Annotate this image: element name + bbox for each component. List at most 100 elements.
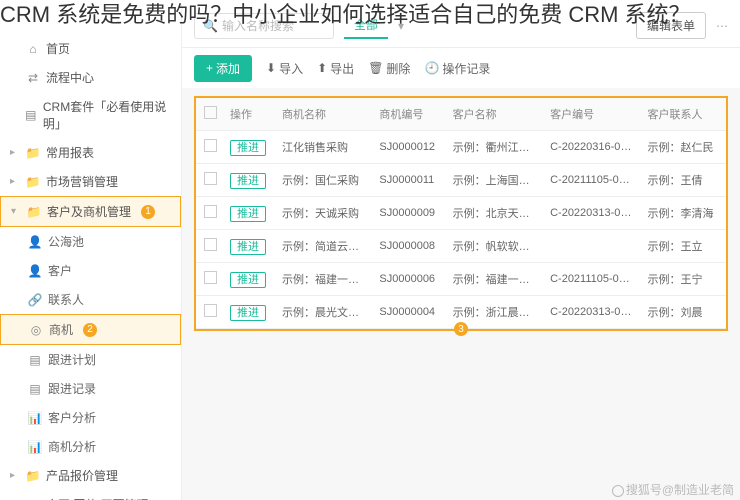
table-row[interactable]: 推进示例：福建一高3月订单SJ0000006示例：福建一高集团C-2021110… <box>196 263 726 296</box>
column-header: 商机编号 <box>373 98 446 131</box>
expand-icon: ▸ <box>10 470 20 481</box>
search-input[interactable]: 🔍 输入名称搜索 <box>194 13 334 39</box>
app-root: ⌂首页⇄流程中心▤CRM套件「必看使用说明」▸📁常用报表▸📁市场营销管理▾📁客户… <box>0 0 740 500</box>
user-icon: 👤 <box>28 235 42 249</box>
import-label: 导入 <box>279 60 303 77</box>
cell-cust: 示例：衢州江化集团 <box>447 131 544 164</box>
cell-ccode: C-20211105-0000004 <box>544 263 641 296</box>
sidebar-item[interactable]: ▸📁市场营销管理 <box>0 167 181 196</box>
delete-icon: 🗑 <box>368 61 383 75</box>
checkbox[interactable] <box>204 304 217 317</box>
doc-icon: ▤ <box>28 353 42 367</box>
sidebar-item[interactable]: 👤公海池 <box>0 227 181 256</box>
table-row[interactable]: 推进江化销售采购SJ0000012示例：衢州江化集团C-20220316-000… <box>196 131 726 164</box>
cell-code: SJ0000012 <box>373 131 446 164</box>
action-tag[interactable]: 推进 <box>230 305 266 321</box>
action-tag[interactable]: 推进 <box>230 206 266 222</box>
folder-icon: 📁 <box>26 469 40 483</box>
checkbox[interactable] <box>204 106 217 119</box>
expand-icon: ▸ <box>10 147 20 158</box>
action-tag[interactable]: 推进 <box>230 239 266 255</box>
cell-name: 江化销售采购 <box>276 131 373 164</box>
sidebar-item[interactable]: ◎商机2 <box>0 314 181 345</box>
action-tag[interactable]: 推进 <box>230 140 266 156</box>
expand-icon: ▸ <box>10 176 20 187</box>
edit-form-button[interactable]: 编辑表单 <box>636 12 706 39</box>
cell-code: SJ0000011 <box>373 164 446 197</box>
export-button[interactable]: ⬆导出 <box>317 60 354 77</box>
sidebar-label: 合同/回款/开票管理 <box>46 496 149 500</box>
cell-code: SJ0000009 <box>373 197 446 230</box>
expand-icon: ▾ <box>11 206 21 217</box>
sidebar-item[interactable]: 📊客户分析 <box>0 403 181 432</box>
column-header: 客户编号 <box>544 98 641 131</box>
action-tag[interactable]: 推进 <box>230 173 266 189</box>
import-icon: ⬇ <box>266 61 276 75</box>
cell-name: 示例：天诚采购 <box>276 197 373 230</box>
more-icon[interactable]: ⋯ <box>716 19 728 33</box>
tab-dropdown-icon[interactable]: ▾ <box>398 19 404 33</box>
sidebar-item[interactable]: 🔗 联系人 <box>0 285 181 314</box>
table-badge: 3 <box>454 322 468 336</box>
cell-cust: 示例：福建一高集团 <box>447 263 544 296</box>
column-header: 客户联系人 <box>642 98 726 131</box>
user-icon: 👤 <box>28 264 42 278</box>
sidebar-item[interactable]: ▸📁产品报价管理 <box>0 461 181 490</box>
table-header-row: 操作商机名称商机编号客户名称客户编号客户联系人 <box>196 98 726 131</box>
sidebar-item[interactable]: ⇄ 流程中心 <box>0 63 181 92</box>
link-icon: 🔗 <box>28 293 42 307</box>
column-header <box>196 98 224 131</box>
table-row[interactable]: 推进示例：天诚采购SJ0000009示例：北京天诚软件...C-20220313… <box>196 197 726 230</box>
cell-code: SJ0000006 <box>373 263 446 296</box>
checkbox[interactable] <box>204 238 217 251</box>
action-tag[interactable]: 推进 <box>230 272 266 288</box>
sidebar-label: 联系人 <box>48 291 84 308</box>
table-row[interactable]: 推进示例：国仁采购SJ0000011示例：上海国仁有限...C-20211105… <box>196 164 726 197</box>
sidebar: ⌂首页⇄流程中心▤CRM套件「必看使用说明」▸📁常用报表▸📁市场营销管理▾📁客户… <box>0 4 182 500</box>
cell-cust: 示例：帆软软件有限公司 <box>447 230 544 263</box>
cell-ccode: C-20220313-0000002 <box>544 197 641 230</box>
sidebar-item[interactable]: ▸📁合同/回款/开票管理 <box>0 490 181 500</box>
cell-name: 示例：国仁采购 <box>276 164 373 197</box>
column-header: 操作 <box>224 98 276 131</box>
log-button[interactable]: 🕘操作记录 <box>424 60 490 77</box>
log-label: 操作记录 <box>442 60 490 77</box>
tab-all[interactable]: 全部 <box>344 12 388 39</box>
folder-icon: 📁 <box>26 175 40 189</box>
chart-icon: 📊 <box>28 411 42 425</box>
sidebar-label: 常用报表 <box>46 144 94 161</box>
column-header: 客户名称 <box>447 98 544 131</box>
cell-contact: 示例：刘晨 <box>642 296 726 329</box>
checkbox[interactable] <box>204 205 217 218</box>
cell-name: 示例：福建一高3月订单 <box>276 263 373 296</box>
search-icon: 🔍 <box>203 19 218 33</box>
sidebar-item[interactable]: ▾📁客户及商机管理1 <box>0 196 181 227</box>
sidebar-label: 商机分析 <box>48 438 96 455</box>
folder-icon: 📁 <box>27 205 41 219</box>
sidebar-item[interactable]: ▸📁常用报表 <box>0 138 181 167</box>
badge: 2 <box>83 323 97 337</box>
sidebar-item[interactable]: 👤客户 <box>0 256 181 285</box>
sidebar-label: 跟进计划 <box>48 351 96 368</box>
sidebar-label: 流程中心 <box>46 69 94 86</box>
add-button[interactable]: +添加 <box>194 55 252 82</box>
column-header: 商机名称 <box>276 98 373 131</box>
doc-icon: ▤ <box>28 382 42 396</box>
plus-icon: + <box>206 61 213 75</box>
flow-icon: ⇄ <box>26 71 40 85</box>
sidebar-item[interactable]: ▤ 跟进计划 <box>0 345 181 374</box>
checkbox[interactable] <box>204 271 217 284</box>
import-button[interactable]: ⬇导入 <box>266 60 303 77</box>
checkbox[interactable] <box>204 139 217 152</box>
delete-button[interactable]: 🗑删除 <box>368 60 410 77</box>
sidebar-item[interactable]: ▤CRM套件「必看使用说明」 <box>0 92 181 138</box>
checkbox[interactable] <box>204 172 217 185</box>
cell-name: 示例：晨光文具设备... <box>276 296 373 329</box>
sidebar-item[interactable]: ⌂首页 <box>0 34 181 63</box>
table-row[interactable]: 推进示例：简道云采购SJ0000008示例：帆软软件有限公司示例：王立 <box>196 230 726 263</box>
sidebar-label: CRM套件「必看使用说明」 <box>43 98 171 132</box>
sidebar-item[interactable]: 📊 商机分析 <box>0 432 181 461</box>
watermark-logo-icon <box>612 485 624 497</box>
chart-icon: 📊 <box>28 440 42 454</box>
sidebar-item[interactable]: ▤跟进记录 <box>0 374 181 403</box>
